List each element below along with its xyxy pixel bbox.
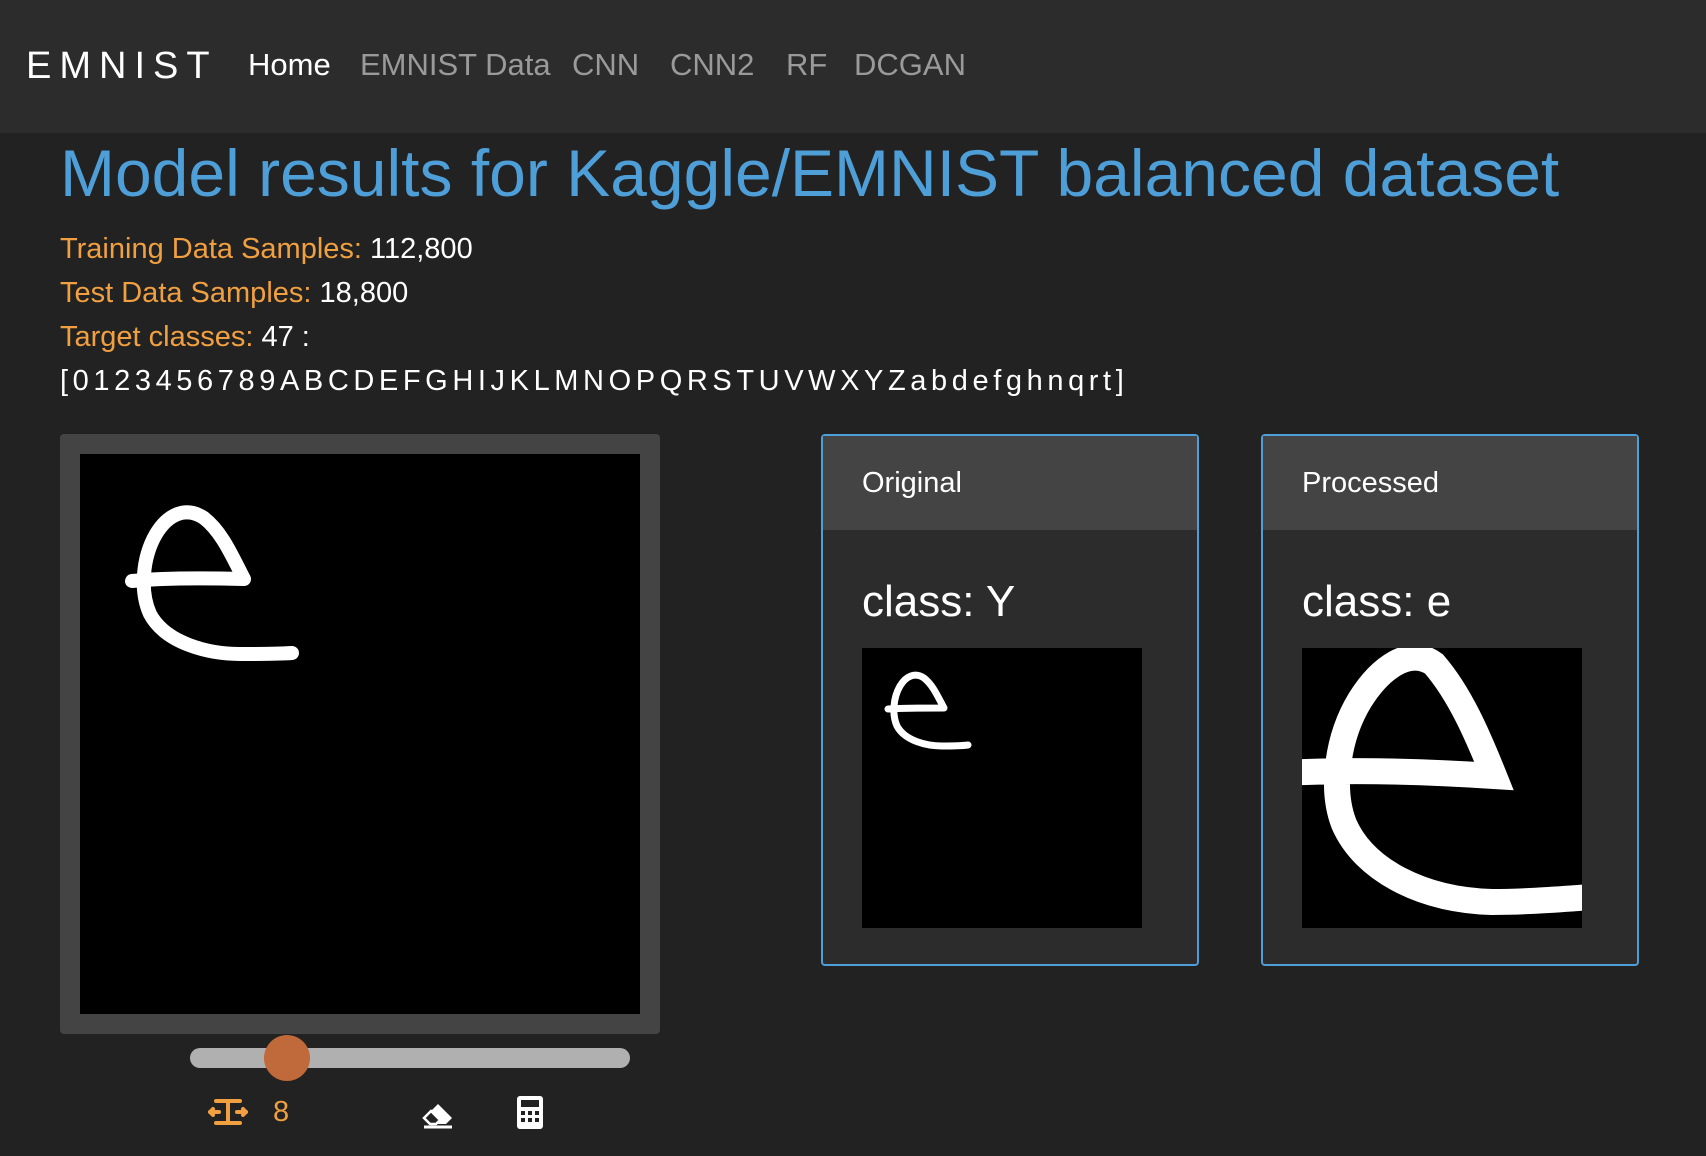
brush-size-value: 8 [273, 1096, 290, 1128]
processed-card-title: Processed [1302, 467, 1440, 499]
nav-cnn2[interactable]: CNN2 [670, 45, 754, 85]
test-samples-label: Test Data Samples: [60, 277, 312, 309]
class-list: [0123456789ABCDEFGHIJKLMNOPQRSTUVWXYZabd… [60, 365, 1129, 397]
test-samples-row: Test Data Samples: 18,800 [60, 273, 408, 313]
original-card: Original class: Y [821, 434, 1199, 966]
processed-card-header: Processed [1263, 436, 1637, 530]
calculator-icon[interactable] [510, 1092, 550, 1132]
processed-card: Processed class: e [1261, 434, 1639, 966]
drawn-stroke [125, 505, 299, 661]
training-samples-value: 112,800 [370, 233, 473, 265]
processed-class-label: class: e [1302, 577, 1452, 626]
page-title: Model results for Kaggle/EMNIST balanced… [60, 136, 1560, 210]
test-samples-value: 18,800 [319, 277, 409, 309]
nav-emnist-data[interactable]: EMNIST Data [360, 45, 551, 85]
original-image [862, 648, 1142, 928]
original-card-title: Original [862, 467, 962, 499]
original-card-header: Original [823, 436, 1197, 530]
processed-image [1302, 648, 1582, 928]
training-samples-label: Training Data Samples: [60, 233, 362, 265]
nav-home[interactable]: Home [248, 45, 331, 85]
text-height-icon [208, 1092, 248, 1132]
nav-dcgan[interactable]: DCGAN [854, 45, 966, 85]
drawing-canvas[interactable] [80, 454, 640, 1014]
training-samples-row: Training Data Samples: 112,800 [60, 229, 473, 269]
target-classes-label: Target classes: [60, 321, 254, 353]
original-class-label: class: Y [862, 577, 1016, 626]
target-classes-value: 47 : [261, 321, 310, 353]
brush-size-slider[interactable] [190, 1035, 630, 1081]
nav-cnn[interactable]: CNN [572, 45, 639, 85]
drawing-canvas-frame [60, 434, 660, 1034]
target-classes-row: Target classes: 47 : [60, 317, 310, 357]
brand-logo[interactable]: EMNIST [26, 42, 218, 90]
slider-thumb[interactable] [263, 1035, 310, 1081]
navbar: EMNIST Home EMNIST Data CNN CNN2 RF DCGA… [0, 0, 1706, 133]
nav-rf[interactable]: RF [786, 45, 827, 85]
eraser-icon[interactable] [418, 1092, 458, 1132]
